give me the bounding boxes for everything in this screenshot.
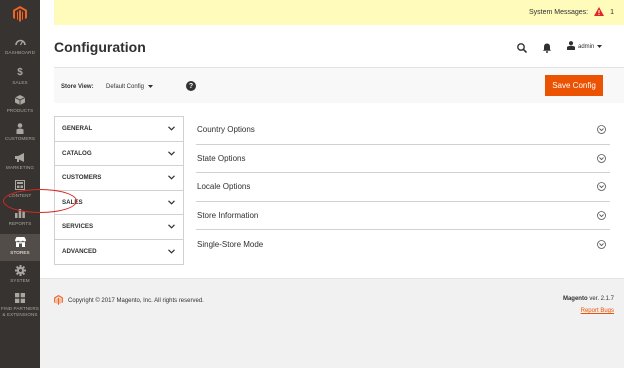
- sidebar-item-label: FIND PARTNERS & EXTENSIONS: [1, 306, 39, 317]
- expand-circle-icon: [597, 125, 606, 135]
- dashboard-icon: [14, 36, 26, 48]
- dollar-icon: $: [17, 66, 23, 78]
- section-title: Locale Options: [197, 182, 251, 192]
- admin-username: admin: [578, 43, 595, 50]
- sidebar-item-partners[interactable]: FIND PARTNERS & EXTENSIONS: [0, 292, 40, 328]
- copyright: Copyright © 2017 Magento, Inc. All right…: [54, 295, 204, 307]
- warning-icon: [594, 7, 605, 18]
- page-title: Configuration: [54, 39, 146, 55]
- section-title: Store Information: [197, 210, 259, 220]
- chevron-down-icon: [167, 248, 175, 256]
- save-config-button[interactable]: Save Config: [545, 75, 603, 96]
- tab-catalog[interactable]: CATALOG: [55, 142, 183, 166]
- bell-icon[interactable]: [543, 40, 551, 58]
- chevron-down-icon: [167, 149, 175, 157]
- chevron-down-icon: [167, 198, 175, 206]
- page-footer: Copyright © 2017 Magento, Inc. All right…: [40, 278, 624, 368]
- section-state-options[interactable]: State Options: [196, 145, 610, 173]
- section-store-information[interactable]: Store Information: [196, 202, 610, 230]
- sidebar-item-label: DASHBOARD: [5, 50, 35, 55]
- sidebar-item-label: SYSTEM: [10, 278, 30, 283]
- megaphone-icon: [14, 151, 26, 163]
- tab-label: GENERAL: [62, 125, 93, 133]
- sidebar-item-label: PRODUCTS: [6, 108, 34, 113]
- sidebar-item-label: STORES: [10, 250, 30, 255]
- user-icon: [567, 41, 575, 52]
- sidebar-item-products[interactable]: PRODUCTS: [0, 94, 40, 120]
- admin-user-menu[interactable]: admin: [567, 41, 603, 52]
- store-icon: [14, 236, 26, 248]
- section-title: Single-Store Mode: [197, 239, 264, 249]
- config-tabs: GENERAL CATALOG CUSTOMERS SALES SERVICES…: [54, 116, 184, 265]
- tab-advanced[interactable]: ADVANCED: [55, 240, 183, 265]
- caret-down-icon: [148, 84, 154, 90]
- system-messages-label: System Messages:: [528, 9, 589, 16]
- magento-logo-icon: [13, 6, 27, 22]
- sidebar-item-label: MARKETING: [5, 165, 35, 170]
- tab-label: CUSTOMERS: [62, 174, 102, 182]
- system-messages-count: 1: [610, 9, 614, 16]
- help-icon[interactable]: ?: [186, 81, 196, 91]
- magento-footer-logo-icon: [54, 295, 63, 307]
- cube-icon: [14, 94, 26, 106]
- sidebar-item-label: REPORTS: [8, 221, 32, 226]
- sidebar-item-customers[interactable]: CUSTOMERS: [0, 122, 40, 148]
- search-icon[interactable]: [517, 40, 528, 58]
- config-sections: Country Options State Options Locale Opt…: [196, 116, 610, 259]
- sidebar-item-system[interactable]: SYSTEM: [0, 264, 40, 290]
- sidebar-item-sales[interactable]: $ SALES: [0, 66, 40, 92]
- chevron-down-icon: [167, 223, 175, 231]
- sidebar-item-label: SALES: [12, 80, 28, 85]
- main-content: System Messages: 1 Configuration admin S…: [40, 0, 624, 368]
- expand-circle-icon: [597, 153, 606, 163]
- version-info: Magento ver. 2.1.7: [563, 296, 614, 302]
- brand-name: Magento: [562, 296, 588, 302]
- system-messages-bar[interactable]: System Messages: 1: [54, 0, 624, 25]
- sidebar-item-dashboard[interactable]: DASHBOARD: [0, 36, 40, 62]
- magento-logo[interactable]: [0, 0, 40, 28]
- partners-icon: [14, 292, 26, 304]
- section-title: State Options: [197, 153, 246, 163]
- store-view-value: Default Config: [106, 84, 145, 90]
- store-view-switcher[interactable]: Default Config: [106, 84, 154, 90]
- copyright-text: Copyright © 2017 Magento, Inc. All right…: [68, 298, 204, 304]
- tab-customers[interactable]: CUSTOMERS: [55, 166, 183, 191]
- tab-label: SERVICES: [62, 223, 94, 231]
- sidebar-item-stores[interactable]: STORES: [0, 234, 40, 261]
- page-header: Configuration admin: [40, 25, 624, 67]
- expand-circle-icon: [597, 239, 606, 249]
- tab-label: ADVANCED: [62, 248, 97, 256]
- section-title: Country Options: [197, 125, 255, 135]
- tab-general[interactable]: GENERAL: [55, 117, 183, 142]
- section-locale-options[interactable]: Locale Options: [196, 173, 610, 202]
- person-icon: [14, 122, 26, 134]
- sidebar-item-marketing[interactable]: MARKETING: [0, 151, 40, 177]
- store-view-label: Store View:: [61, 84, 94, 90]
- expand-circle-icon: [597, 182, 606, 192]
- tab-services[interactable]: SERVICES: [55, 215, 183, 240]
- version-text: ver. 2.1.7: [589, 296, 614, 302]
- report-bugs-link[interactable]: Report Bugs: [581, 308, 614, 314]
- admin-sidebar: DASHBOARD $ SALES PRODUCTS CUSTOMERS MAR…: [0, 0, 40, 368]
- section-country-options[interactable]: Country Options: [196, 116, 610, 145]
- section-single-store-mode[interactable]: Single-Store Mode: [196, 230, 610, 259]
- tab-label: CATALOG: [62, 149, 92, 157]
- caret-down-icon: [597, 44, 603, 50]
- expand-circle-icon: [597, 210, 606, 220]
- chevron-down-icon: [167, 174, 175, 182]
- store-view-bar: Store View: Default Config ? Save Config: [54, 67, 624, 103]
- highlight-annotation: [3, 189, 77, 213]
- sidebar-item-label: CUSTOMERS: [4, 136, 36, 141]
- chevron-down-icon: [167, 125, 175, 133]
- gear-icon: [14, 264, 26, 276]
